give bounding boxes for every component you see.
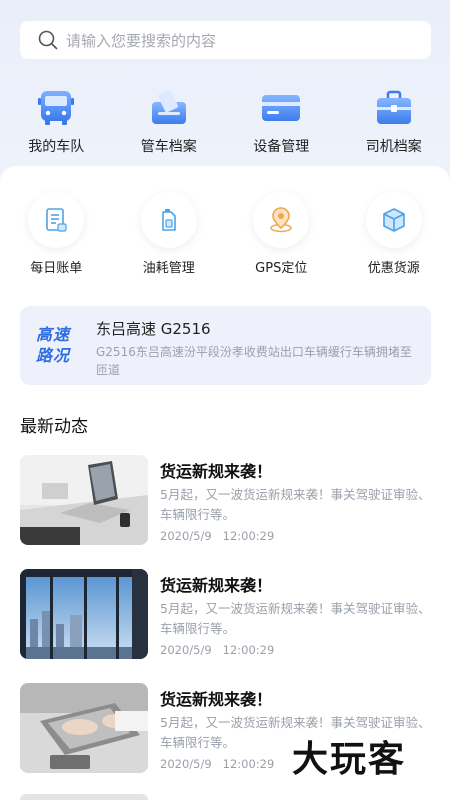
menu-label: 司机档案 — [365, 139, 422, 155]
card-icon — [261, 88, 301, 128]
sub-menu: 每日账单 油耗管理 GPS定位 优惠货源 — [0, 192, 450, 276]
search-icon — [38, 30, 58, 50]
watermark: 大玩客 — [292, 739, 407, 780]
location-pin-icon — [253, 192, 310, 248]
submenu-label: 油耗管理 — [142, 261, 195, 276]
submenu-item-fuel[interactable]: 油耗管理 — [113, 192, 226, 276]
news-description: 5月起，又一波货运新规来袭！事关驾驶证审验、车辆限行等。 — [160, 601, 431, 636]
menu-label: 我的车队 — [28, 139, 85, 155]
news-title: 货运新规来袭！ — [160, 576, 273, 595]
search-input[interactable]: 请输入您要搜索的内容 — [66, 30, 216, 51]
menu-item-driver-archive[interactable]: 司机档案 — [338, 88, 450, 156]
search-bar[interactable]: 请输入您要搜索的内容 — [20, 21, 431, 59]
news-thumbnail-city-window — [20, 569, 148, 659]
submenu-item-gps[interactable]: GPS定位 — [225, 192, 338, 276]
main-menu: 我的车队 管车档案 设备管理 司机档案 — [0, 88, 450, 156]
briefcase-icon — [374, 88, 414, 128]
menu-item-device-management[interactable]: 设备管理 — [225, 88, 338, 156]
section-title: 最新动态 — [20, 417, 88, 437]
news-timestamp: 2020/5/9 12:00:29 — [160, 529, 275, 543]
fuel-can-icon — [140, 192, 197, 248]
submenu-item-daily-bill[interactable]: 每日账单 — [0, 192, 113, 276]
bus-icon — [36, 88, 76, 128]
news-item[interactable]: 货运新规来袭！ 5月起，又一波货运新规来袭！事关驾驶证审验、车辆限行等。 202… — [20, 455, 431, 545]
traffic-card[interactable]: 高速 路况 东吕高速 G2516 G2516东吕高速汾平段汾孝收费站出口车辆缓行… — [20, 306, 431, 385]
menu-label: 管车档案 — [140, 139, 197, 155]
news-item[interactable]: 货运新规来袭！ 5月起，又一波货运新规来袭！事关驾驶证审验、车辆限行等。 202… — [20, 569, 431, 659]
bill-icon — [28, 192, 85, 248]
news-timestamp: 2020/5/9 12:00:29 — [160, 757, 275, 771]
submenu-item-cargo[interactable]: 优惠货源 — [338, 192, 450, 276]
menu-item-vehicle-archive[interactable]: 管车档案 — [113, 88, 226, 156]
menu-item-my-fleet[interactable]: 我的车队 — [0, 88, 113, 156]
news-title: 货运新规来袭！ — [160, 690, 273, 709]
archive-icon — [149, 88, 189, 128]
news-title: 货运新规来袭！ — [160, 462, 273, 481]
submenu-label: 优惠货源 — [367, 261, 420, 276]
news-thumbnail-typing-laptop — [20, 683, 148, 773]
news-thumbnail-laptop-desk — [20, 455, 148, 545]
traffic-description: G2516东吕高速汾平段汾孝收费站出口车辆缓行车辆拥堵至匝道 — [96, 345, 412, 377]
submenu-label: GPS定位 — [255, 261, 308, 276]
submenu-label: 每日账单 — [30, 261, 83, 276]
news-thumbnail-peek — [20, 794, 148, 800]
traffic-logo: 高速 路况 — [36, 325, 71, 365]
menu-label: 设备管理 — [253, 139, 310, 155]
traffic-title: 东吕高速 G2516 — [96, 320, 211, 338]
news-description: 5月起，又一波货运新规来袭！事关驾驶证审验、车辆限行等。 — [160, 487, 431, 522]
news-timestamp: 2020/5/9 12:00:29 — [160, 643, 275, 657]
package-icon — [365, 192, 422, 248]
